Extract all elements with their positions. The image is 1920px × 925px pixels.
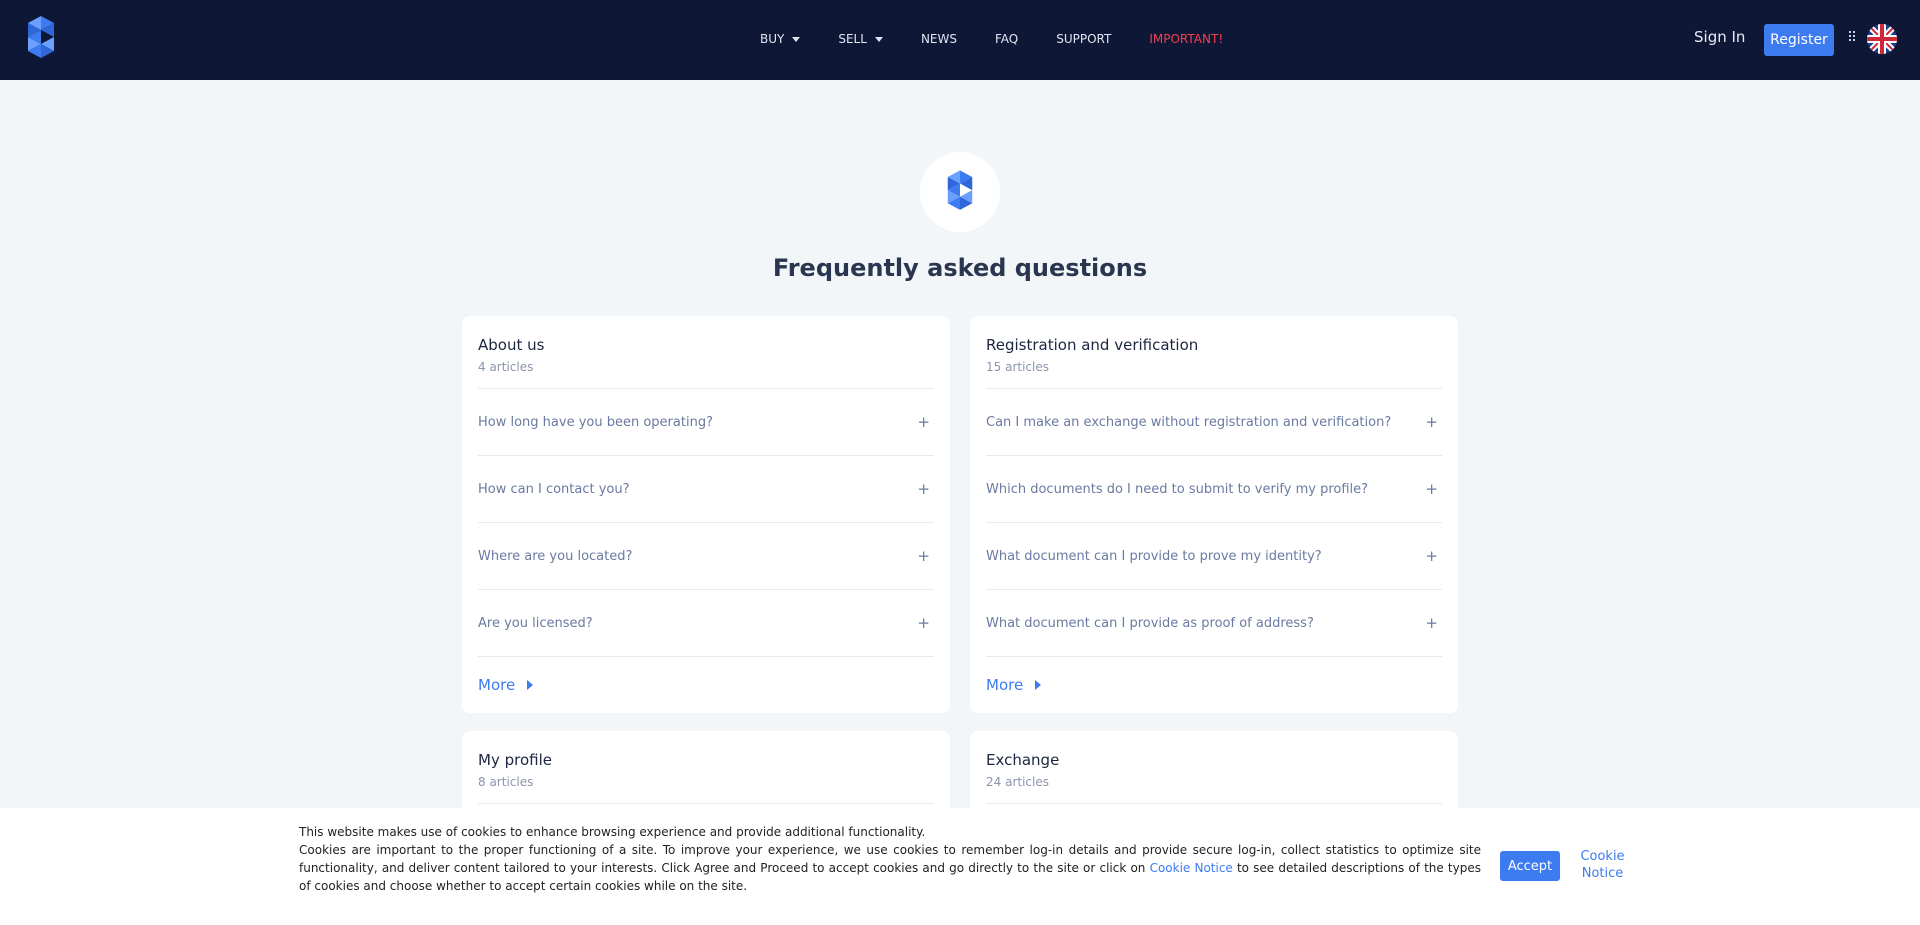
caret-right-icon [527,680,534,690]
faq-question[interactable]: What document can I provide as proof of … [986,590,1442,657]
nav-faq[interactable]: FAQ [995,32,1018,46]
plus-icon[interactable]: + [917,480,930,498]
plus-icon[interactable]: + [1425,547,1438,565]
chevron-down-icon [874,36,883,42]
article-count: 8 articles [478,775,934,804]
question-text: What document can I provide to prove my … [986,548,1322,564]
cookie-line-2: Cookies are important to the proper func… [299,841,1481,895]
faq-question[interactable]: How can I contact you? + [478,456,934,523]
question-text: Can I make an exchange without registrat… [986,414,1392,430]
plus-icon[interactable]: + [917,547,930,565]
faq-question[interactable]: Where are you located? + [478,523,934,590]
cookie-notice-link[interactable]: Cookie Notice [1150,861,1233,875]
card-title: Exchange [986,751,1060,769]
cookie-message: This website makes use of cookies to enh… [299,823,1481,895]
question-text: How long have you been operating? [478,414,713,430]
plus-icon[interactable]: + [1425,413,1438,431]
faq-question[interactable]: How long have you been operating? + [478,389,934,456]
more-link[interactable]: More [986,657,1442,713]
plus-icon[interactable]: + [917,413,930,431]
cookie-banner: This website makes use of cookies to enh… [0,808,1920,925]
plus-icon[interactable]: + [1425,614,1438,632]
brand-logo-icon[interactable] [24,16,58,62]
faq-question[interactable]: Can I make an exchange without registrat… [986,389,1442,456]
nav-buy-label: BUY [760,32,785,46]
page-title: Frequently asked questions [772,254,1148,282]
main-nav: BUY SELL NEWS FAQ SUPPORT IMPORTANT! [760,0,1261,78]
nav-support-label: SUPPORT [1056,32,1112,46]
nav-important[interactable]: IMPORTANT! [1149,32,1223,46]
top-header: BUY SELL NEWS FAQ SUPPORT IMPORTANT! Sig… [0,0,1920,80]
caret-right-icon [1035,680,1042,690]
nav-support[interactable]: SUPPORT [1056,32,1111,46]
more-label: More [986,676,1024,694]
nav-news[interactable]: NEWS [921,32,957,46]
faq-logo-badge [920,152,1000,232]
nav-faq-label: FAQ [994,32,1019,46]
card-title: My profile [478,751,552,769]
card-title: About us [478,336,545,354]
cookie-notice-button[interactable]: Cookie Notice [1575,848,1630,882]
nav-important-label: IMPORTANT! [1149,32,1224,46]
faq-question[interactable]: What document can I provide to prove my … [986,523,1442,590]
more-options-icon[interactable] [1849,31,1855,45]
article-count: 15 articles [986,360,1442,389]
nav-sell-label: SELL [838,32,867,46]
question-text: Where are you located? [478,548,633,564]
more-link[interactable]: More [478,657,934,713]
card-title: Registration and verification [986,336,1199,354]
article-count: 4 articles [478,360,934,389]
brand-logo-icon [947,170,973,210]
plus-icon[interactable]: + [1425,480,1438,498]
faq-question[interactable]: Are you licensed? + [478,590,934,657]
question-text: How can I contact you? [478,481,630,497]
nav-buy[interactable]: BUY [760,32,801,46]
cookie-line-1: This website makes use of cookies to enh… [299,825,926,839]
more-label: More [478,676,516,694]
register-button[interactable]: Register [1764,24,1834,56]
accept-cookies-button[interactable]: Accept [1500,851,1560,881]
nav-sell[interactable]: SELL [838,32,883,46]
nav-news-label: NEWS [920,32,957,46]
question-text: What document can I provide as proof of … [986,615,1314,631]
uk-flag-language-icon[interactable] [1867,24,1897,54]
faq-card-about-us: About us 4 articles How long have you be… [462,316,950,713]
question-text: Are you licensed? [478,615,593,631]
plus-icon[interactable]: + [917,614,930,632]
faq-question[interactable]: Which documents do I need to submit to v… [986,456,1442,523]
article-count: 24 articles [986,775,1442,804]
sign-in-link[interactable]: Sign In [1694,28,1745,46]
chevron-down-icon [792,36,801,42]
question-text: Which documents do I need to submit to v… [986,481,1369,497]
faq-card-registration: Registration and verification 15 article… [970,316,1458,713]
